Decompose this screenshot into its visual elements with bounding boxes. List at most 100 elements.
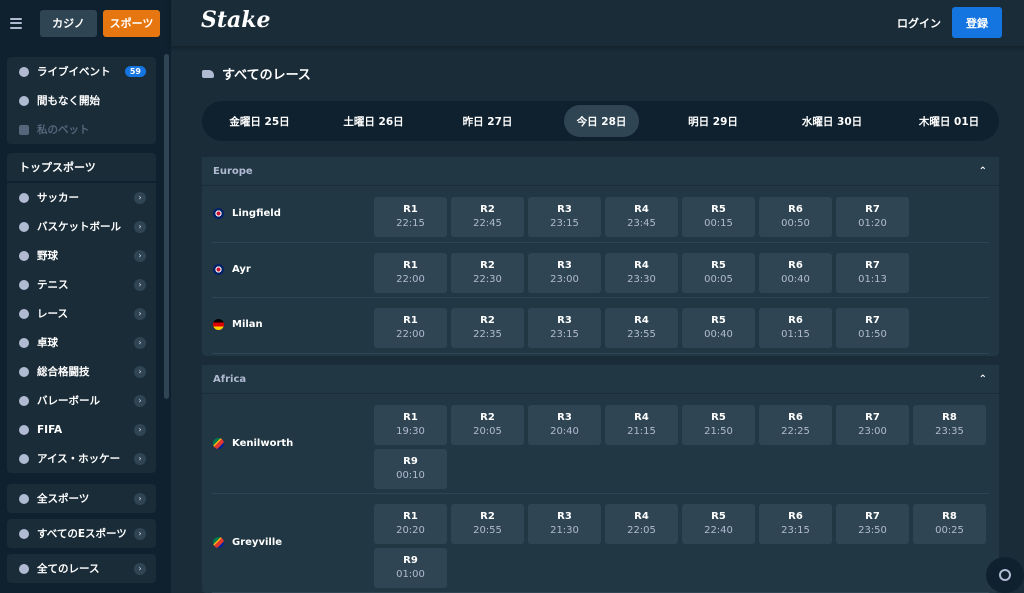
race-button[interactable]: R4 23:55 (605, 308, 678, 348)
race-number: R5 (711, 260, 726, 271)
headset-icon (999, 569, 1011, 581)
hamburger-menu-icon[interactable] (10, 17, 22, 29)
race-button[interactable]: R2 22:35 (451, 308, 524, 348)
sidebar-item-soccer[interactable]: サッカー › (7, 183, 156, 212)
region-africa: Africa ⌃ Kenilworth R1 19:30 R2 20:05 R3 20:40 R4… (202, 365, 999, 593)
race-time: 22:25 (781, 426, 810, 437)
day-tab[interactable]: 昨日 27日 (440, 105, 535, 137)
sidebar-item-timer[interactable]: 間もなく開始 (7, 86, 156, 115)
race-button[interactable]: R5 22:40 (682, 504, 755, 544)
casino-button[interactable]: カジノ (40, 9, 97, 37)
race-time: 23:35 (935, 426, 964, 437)
race-button[interactable]: R9 00:10 (374, 449, 447, 489)
sidebar-item-label: アイス・ホッケー (37, 453, 121, 465)
sidebar-item-fifa[interactable]: FIFA › (7, 415, 156, 444)
sidebar-item-horse-racing[interactable]: レース › (7, 299, 156, 328)
sidebar-item-basketball[interactable]: バスケットボール › (7, 212, 156, 241)
race-button[interactable]: R1 20:20 (374, 504, 447, 544)
region-header[interactable]: Europe ⌃ (202, 157, 999, 186)
race-button[interactable]: R1 22:15 (374, 197, 447, 237)
track-name[interactable]: Lingfield (213, 208, 281, 219)
sidebar-item-mma[interactable]: 総合格闘技 › (7, 357, 156, 386)
day-tab[interactable]: 土曜日 26日 (326, 105, 421, 137)
race-time: 23:00 (550, 274, 579, 285)
login-button[interactable]: ログイン (897, 15, 941, 31)
race-time: 19:30 (396, 426, 425, 437)
day-tab[interactable]: 明日 29日 (658, 105, 768, 137)
race-button[interactable]: R4 22:05 (605, 504, 678, 544)
race-button[interactable]: R4 23:30 (605, 253, 678, 293)
race-button[interactable]: R5 21:50 (682, 405, 755, 445)
race-button[interactable]: R6 00:40 (759, 253, 832, 293)
race-button[interactable]: R5 00:40 (682, 308, 755, 348)
race-time: 23:00 (858, 426, 887, 437)
race-button[interactable]: R7 01:20 (836, 197, 909, 237)
race-time: 23:30 (627, 274, 656, 285)
sidebar-item-baseball[interactable]: 野球 › (7, 241, 156, 270)
track-name[interactable]: Kenilworth (213, 437, 293, 449)
race-button[interactable]: R1 19:30 (374, 405, 447, 445)
day-tab[interactable]: 金曜日 25日 (212, 105, 307, 137)
sidebar-item-ice-hockey[interactable]: アイス・ホッケー › (7, 444, 156, 473)
sidebar-item-tennis[interactable]: テニス › (7, 270, 156, 299)
race-button[interactable]: R1 22:00 (374, 253, 447, 293)
race-time: 00:50 (781, 218, 810, 229)
race-button[interactable]: R2 20:05 (451, 405, 524, 445)
sidebar-item-all-sports[interactable]: 全スポーツ › (7, 484, 156, 513)
race-button[interactable]: R7 23:50 (836, 504, 909, 544)
race-number: R8 (942, 511, 957, 522)
race-button[interactable]: R3 23:15 (528, 197, 601, 237)
race-button[interactable]: R3 21:30 (528, 504, 601, 544)
sidebar-scrollbar[interactable] (164, 54, 169, 399)
race-button[interactable]: R2 22:30 (451, 253, 524, 293)
region-header[interactable]: Africa ⌃ (202, 365, 999, 394)
sidebar-item-all-races[interactable]: 全てのレース › (7, 554, 156, 583)
sports-button[interactable]: スポーツ (103, 9, 160, 37)
track-name[interactable]: Milan (213, 319, 263, 330)
race-button[interactable]: R6 23:15 (759, 504, 832, 544)
race-button[interactable]: R2 20:55 (451, 504, 524, 544)
race-number: R5 (711, 511, 726, 522)
sidebar-item-table-tennis[interactable]: 卓球 › (7, 328, 156, 357)
race-button[interactable]: R7 23:00 (836, 405, 909, 445)
race-button[interactable]: R8 23:35 (913, 405, 986, 445)
race-button[interactable]: R6 01:15 (759, 308, 832, 348)
day-tab[interactable]: 今日 28日 (564, 105, 639, 137)
track-name-text: Milan (232, 319, 263, 330)
track-name[interactable]: Ayr (213, 263, 251, 275)
race-button[interactable]: R7 01:50 (836, 308, 909, 348)
race-button[interactable]: R3 20:40 (528, 405, 601, 445)
race-button[interactable]: R6 00:50 (759, 197, 832, 237)
chevron-up-icon[interactable]: ⌃ (979, 374, 987, 385)
race-button[interactable]: R4 23:45 (605, 197, 678, 237)
chevron-up-icon[interactable]: ⌃ (979, 166, 987, 177)
flag-gb-icon (213, 208, 224, 219)
race-button[interactable]: R7 01:13 (836, 253, 909, 293)
race-button[interactable]: R3 23:00 (528, 253, 601, 293)
race-number: R4 (634, 260, 649, 271)
race-button[interactable]: R5 00:15 (682, 197, 755, 237)
sidebar-item-ticket[interactable]: 私のベット (7, 115, 156, 144)
race-button[interactable]: R2 22:45 (451, 197, 524, 237)
stake-logo[interactable]: Stake (201, 7, 271, 33)
race-number: R3 (557, 204, 572, 215)
race-button[interactable]: R8 00:25 (913, 504, 986, 544)
sidebar-item-label: FIFA (37, 423, 63, 436)
register-button[interactable]: 登録 (952, 7, 1002, 38)
race-button[interactable]: R6 22:25 (759, 405, 832, 445)
race-button[interactable]: R3 23:15 (528, 308, 601, 348)
support-chat-button[interactable] (986, 557, 1024, 593)
race-button[interactable]: R4 21:15 (605, 405, 678, 445)
flag-za-icon (213, 536, 224, 548)
race-button[interactable]: R9 01:00 (374, 548, 447, 588)
sidebar-item-live[interactable]: ライブイベント 59 (7, 57, 156, 86)
sidebar-item-all-esports[interactable]: すべてのEスポーツ › (7, 519, 156, 548)
track-name[interactable]: Greyville (213, 536, 282, 548)
sidebar-item-volleyball[interactable]: バレーボール › (7, 386, 156, 415)
chevron-right-icon: › (134, 423, 146, 436)
race-number: R3 (557, 260, 572, 271)
day-tab[interactable]: 木曜日 01日 (894, 105, 1004, 137)
race-button[interactable]: R5 00:05 (682, 253, 755, 293)
day-tab[interactable]: 水曜日 30日 (770, 105, 894, 137)
race-button[interactable]: R1 22:00 (374, 308, 447, 348)
